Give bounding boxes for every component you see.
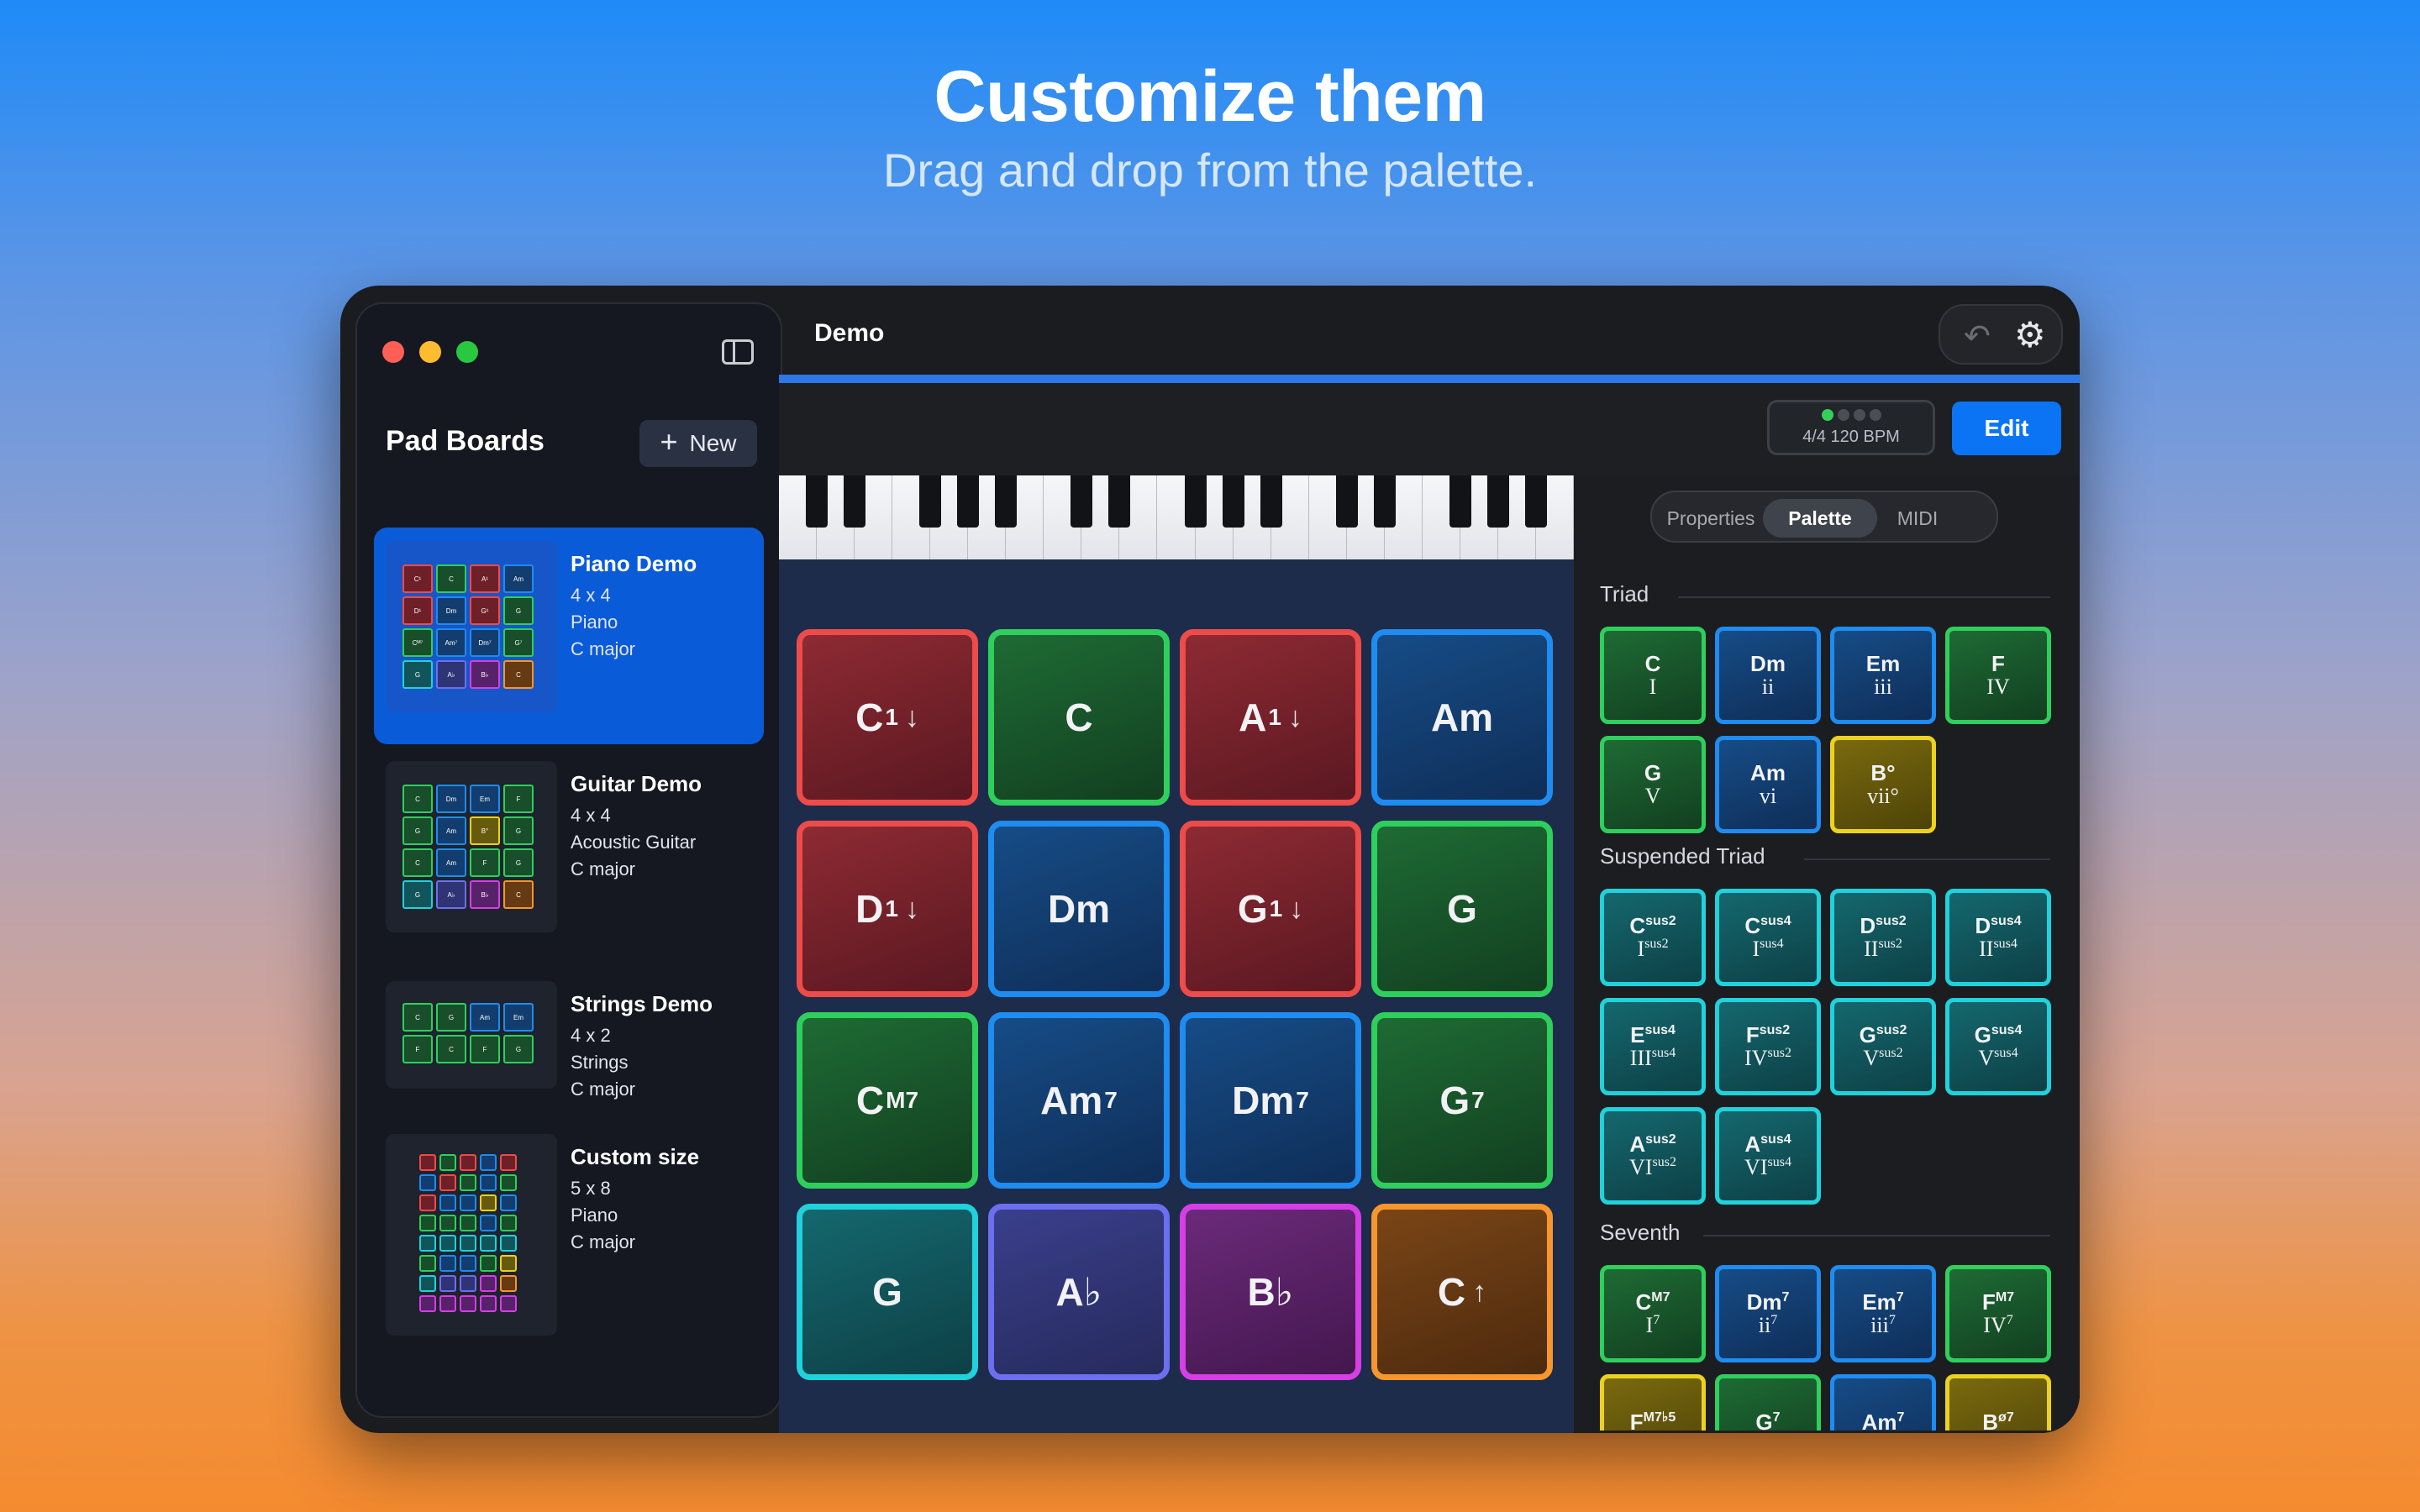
section-divider <box>1678 596 2050 598</box>
chord-name: Dm <box>1750 650 1786 676</box>
chord-name: Asus2 <box>1629 1131 1676 1157</box>
chord-name: Em7 <box>1862 1289 1904 1315</box>
chord-name: Fsus2 <box>1745 1021 1791 1047</box>
chord-name: Esus4 <box>1630 1021 1676 1047</box>
palette-chord[interactable]: Dm ii <box>1715 627 1821 724</box>
palette-chord[interactable]: CI <box>1600 627 1706 724</box>
palette-section-title: Suspended Triad <box>1600 843 1765 869</box>
chord-name: G7 <box>1755 1410 1781 1431</box>
roman-numeral: ii <box>1761 675 1775 699</box>
roman-numeral: vii° <box>1867 784 1899 808</box>
roman-numeral: Vsus4 <box>1978 1046 2018 1070</box>
roman-numeral: ii7 <box>1758 1313 1778 1337</box>
palette-chord[interactable]: Dsus4 IIsus4 <box>1945 889 2051 986</box>
palette-chord[interactable]: GV <box>1600 736 1706 833</box>
roman-numeral: Isus2 <box>1637 937 1669 961</box>
chord-name: Gsus4 <box>1974 1021 2023 1047</box>
roman-numeral: IVsus2 <box>1744 1046 1791 1070</box>
palette-chord[interactable]: CM7 I7 <box>1600 1265 1706 1362</box>
chord-name: Csus4 <box>1744 912 1791 938</box>
chord-palette: Triad C I Dm ii Em iii F IV G V Am vi B° vii° Suspended… <box>0 0 2420 1431</box>
palette-chord[interactable]: Gsus2 Vsus2 <box>1830 998 1936 1095</box>
palette-chord[interactable]: FM7♭5 <box>1600 1374 1706 1431</box>
palette-chord[interactable]: Fsus2 IVsus2 <box>1715 998 1821 1095</box>
roman-numeral: vi <box>1759 784 1777 808</box>
palette-chord[interactable]: Am vi <box>1715 736 1821 833</box>
palette-chord[interactable]: F IV <box>1945 627 2051 724</box>
chord-name: Dsus2 <box>1860 912 1907 938</box>
roman-numeral: VIsus4 <box>1744 1155 1791 1179</box>
chord-name: F <box>1991 650 2005 676</box>
palette-chord[interactable]: Dm7 ii7 <box>1715 1265 1821 1362</box>
section-divider <box>1703 1235 2050 1236</box>
chord-name: B° <box>1870 759 1896 785</box>
roman-numeral: Vsus2 <box>1863 1046 1903 1070</box>
chord-name: Asus4 <box>1744 1131 1791 1157</box>
palette-chord[interactable]: Csus2 Isus2 <box>1600 889 1706 986</box>
palette-chord[interactable]: G7 <box>1715 1374 1821 1431</box>
palette-chord[interactable]: Csus4 Isus4 <box>1715 889 1821 986</box>
palette-chord[interactable]: FM7 IV7 <box>1945 1265 2051 1362</box>
chord-name: Gsus2 <box>1859 1021 1907 1047</box>
roman-numeral: IV <box>1986 675 2010 699</box>
roman-numeral: IV7 <box>1983 1313 2013 1337</box>
roman-numeral: I <box>1649 675 1657 699</box>
chord-name: Dsus4 <box>1975 912 2022 938</box>
chord-name: Bø7 <box>1982 1410 2014 1431</box>
palette-chord[interactable]: Asus4 VIsus4 <box>1715 1107 1821 1205</box>
palette-chord[interactable]: Am7 <box>1830 1374 1936 1431</box>
palette-chord[interactable]: Em iii <box>1830 627 1936 724</box>
palette-chord[interactable]: B° vii° <box>1830 736 1936 833</box>
chord-name: C <box>1644 650 1661 676</box>
chord-name: Am7 <box>1861 1410 1905 1431</box>
roman-numeral: VIsus2 <box>1629 1155 1676 1179</box>
roman-numeral: IIsus4 <box>1979 937 2018 961</box>
roman-numeral: iii7 <box>1870 1313 1896 1337</box>
palette-chord[interactable]: Bø7 <box>1945 1374 2051 1431</box>
chord-name: G <box>1644 759 1662 785</box>
palette-chord[interactable]: Esus4 IIIsus4 <box>1600 998 1706 1095</box>
palette-section-title: Seventh <box>1600 1220 1681 1245</box>
palette-chord[interactable]: Gsus4 Vsus4 <box>1945 998 2051 1095</box>
chord-name: Dm7 <box>1746 1289 1790 1315</box>
palette-chord[interactable]: Dsus2 IIsus2 <box>1830 889 1936 986</box>
roman-numeral: Isus4 <box>1752 937 1784 961</box>
roman-numeral: iii <box>1874 675 1892 699</box>
roman-numeral: I7 <box>1645 1313 1660 1337</box>
chord-name: Csus2 <box>1629 912 1676 938</box>
chord-name: FM7♭5 <box>1629 1410 1676 1431</box>
chord-name: CM7 <box>1635 1289 1670 1315</box>
roman-numeral: IIIsus4 <box>1629 1046 1676 1070</box>
chord-name: Em <box>1865 650 1901 676</box>
roman-numeral: IIsus2 <box>1864 937 1902 961</box>
palette-chord[interactable]: Em7 iii7 <box>1830 1265 1936 1362</box>
palette-chord[interactable]: Asus2 VIsus2 <box>1600 1107 1706 1205</box>
chord-name: FM7 <box>1981 1289 2015 1315</box>
palette-section-title: Triad <box>1600 581 1649 606</box>
roman-numeral: V <box>1644 784 1661 808</box>
chord-name: Am <box>1750 759 1786 785</box>
section-divider <box>1804 858 2050 860</box>
